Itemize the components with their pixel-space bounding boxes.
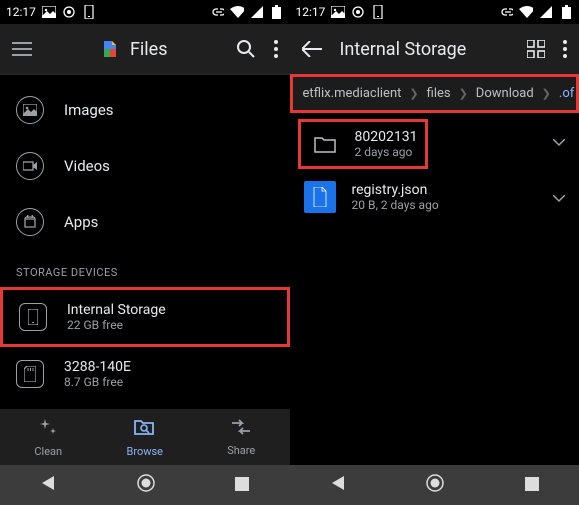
files-logo-icon — [100, 39, 120, 59]
folder-highlight: 80202131 2 days ago — [298, 119, 429, 169]
more-icon[interactable] — [563, 40, 567, 58]
left-screen: 12:17 — [0, 0, 290, 505]
home-button[interactable] — [426, 474, 444, 496]
status-bar: 12:17 — [290, 0, 579, 24]
circle-icon — [62, 5, 76, 19]
breadcrumb-segment[interactable]: Download — [476, 86, 534, 101]
folder-icon — [309, 128, 341, 160]
picture-icon — [331, 5, 345, 19]
phone-icon — [371, 5, 385, 19]
category-videos[interactable]: Videos — [0, 138, 290, 194]
back-arrow-icon[interactable] — [302, 41, 322, 57]
circle-icon — [351, 5, 365, 19]
android-nav — [290, 465, 579, 505]
file-list: 80202131 2 days ago registry.json 20 B, … — [290, 113, 579, 465]
category-label: Images — [64, 101, 114, 119]
storage-title: 3288-140E — [64, 359, 131, 375]
folder-search-icon — [133, 416, 157, 442]
battery-icon — [270, 5, 284, 19]
status-time: 12:17 — [296, 5, 326, 19]
breadcrumb-segment[interactable]: etflix.mediaclient — [303, 86, 402, 101]
nav-label: Clean — [34, 445, 62, 458]
back-button[interactable] — [40, 475, 56, 495]
recent-button[interactable] — [525, 476, 539, 495]
image-category-icon — [16, 96, 44, 124]
recent-button[interactable] — [235, 476, 249, 495]
app-bar: Internal Storage — [290, 24, 579, 74]
storage-internal[interactable]: Internal Storage 22 GB free — [3, 290, 287, 344]
nav-browse[interactable]: Browse — [97, 416, 194, 458]
hamburger-icon[interactable] — [12, 42, 32, 56]
nav-label: Browse — [126, 445, 163, 458]
sdcard-icon — [16, 360, 44, 388]
file-meta: 2 days ago — [355, 145, 418, 159]
nav-share[interactable]: Share — [193, 417, 290, 457]
wifi-icon — [519, 5, 533, 19]
status-time: 12:17 — [6, 5, 36, 19]
picture-icon — [42, 5, 56, 19]
file-name: 80202131 — [355, 129, 418, 145]
share-arrows-icon — [229, 417, 253, 441]
internal-storage-highlight: Internal Storage 22 GB free — [0, 287, 290, 347]
link-icon — [499, 5, 513, 19]
phone-storage-icon — [19, 303, 47, 331]
sparkle-icon — [37, 416, 59, 442]
category-images[interactable]: Images — [0, 82, 290, 138]
home-button[interactable] — [137, 474, 155, 496]
breadcrumb-segment[interactable]: .of — [559, 86, 574, 101]
file-row[interactable]: registry.json 20 B, 2 days ago — [290, 169, 579, 225]
json-file-icon — [304, 181, 336, 213]
chevron-right-icon: ❯ — [459, 87, 468, 100]
storage-title: Internal Storage — [67, 302, 166, 318]
grid-view-icon[interactable] — [527, 40, 545, 58]
nav-label: Share — [227, 444, 255, 457]
wifi-icon — [230, 5, 244, 19]
more-icon[interactable] — [274, 40, 278, 58]
category-label: Apps — [64, 213, 98, 231]
storage-sub: 22 GB free — [67, 318, 166, 332]
video-category-icon — [16, 152, 44, 180]
storage-sdcard[interactable]: 3288-140E 8.7 GB free — [0, 347, 290, 401]
chevron-right-icon: ❯ — [409, 87, 418, 100]
status-bar: 12:17 — [0, 0, 290, 24]
app-bar: Files — [0, 24, 290, 74]
breadcrumb-highlight: etflix.mediaclient ❯ files ❯ Download ❯ … — [290, 74, 579, 113]
chevron-right-icon: ❯ — [542, 87, 551, 100]
breadcrumb[interactable]: etflix.mediaclient ❯ files ❯ Download ❯ … — [293, 77, 577, 110]
right-screen: 12:17 — [290, 0, 579, 505]
link-icon — [210, 5, 224, 19]
search-icon[interactable] — [236, 39, 256, 59]
signal-icon — [250, 5, 264, 19]
nav-clean[interactable]: Clean — [0, 416, 97, 458]
storage-section-header: STORAGE DEVICES — [0, 250, 290, 287]
signal-icon — [539, 5, 553, 19]
android-nav — [0, 465, 290, 505]
app-title: Files — [130, 39, 168, 60]
battery-icon — [559, 5, 573, 19]
phone-icon — [82, 5, 96, 19]
file-name: registry.json — [352, 182, 538, 198]
file-meta: 20 B, 2 days ago — [352, 198, 538, 212]
chevron-down-icon[interactable] — [553, 132, 579, 151]
storage-sub: 8.7 GB free — [64, 375, 131, 389]
category-label: Videos — [64, 157, 110, 175]
content-area: Images Videos Apps STORAGE DEVICES Inter… — [0, 74, 290, 409]
category-apps[interactable]: Apps — [0, 194, 290, 250]
chevron-down-icon[interactable] — [553, 188, 565, 207]
back-button[interactable] — [330, 475, 346, 495]
page-title: Internal Storage — [340, 39, 467, 60]
breadcrumb-segment[interactable]: files — [427, 86, 451, 101]
bottom-nav: Clean Browse Share — [0, 409, 290, 465]
apps-category-icon — [16, 208, 44, 236]
